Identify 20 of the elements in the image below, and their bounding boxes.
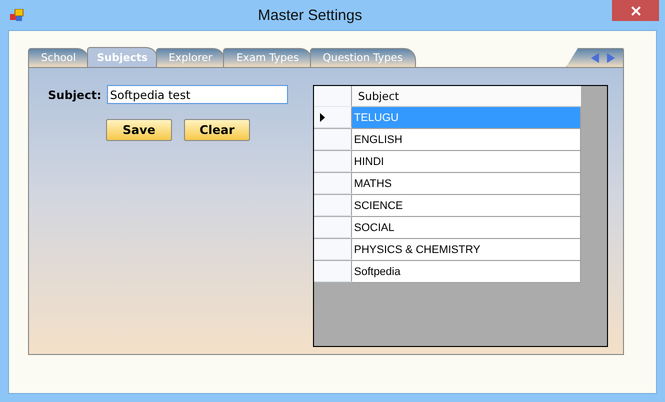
right-arrow-icon[interactable] — [607, 53, 615, 63]
subject-field[interactable]: Softpedia test — [107, 85, 288, 104]
clear-button[interactable]: Clear — [184, 119, 250, 141]
table-cell[interactable]: PHYSICS & CHEMISTRY — [352, 239, 581, 261]
table-cell[interactable]: SOCIAL — [352, 217, 581, 239]
app-icon — [10, 8, 24, 22]
table-cell[interactable]: Softpedia — [352, 261, 581, 283]
table-cell[interactable]: SCIENCE — [352, 195, 581, 217]
left-arrow-icon[interactable] — [591, 53, 599, 63]
table-cell[interactable]: ENGLISH — [352, 129, 581, 151]
table-cell[interactable]: HINDI — [352, 151, 581, 173]
save-button[interactable]: Save — [106, 119, 172, 141]
window-title: Master Settings — [256, 6, 364, 24]
subject-label: Subject: — [48, 88, 98, 102]
close-button[interactable] — [612, 0, 659, 21]
current-row-icon — [320, 112, 325, 122]
column-header[interactable]: Subject — [352, 86, 581, 107]
tab-scroll-buttons[interactable] — [566, 48, 624, 67]
table-cell[interactable]: MATHS — [352, 173, 581, 195]
close-icon — [630, 6, 640, 16]
